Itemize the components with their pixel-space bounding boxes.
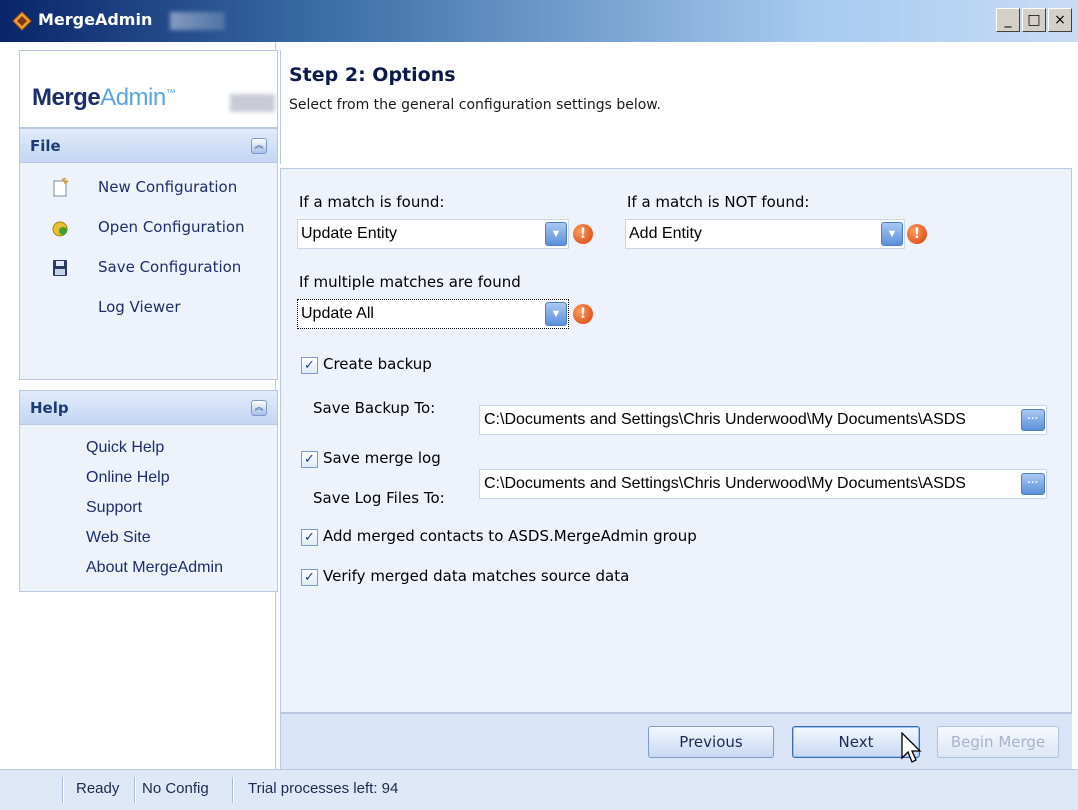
save-merge-log-checkbox[interactable]: ✓ xyxy=(301,451,318,468)
multiple-matches-label: If multiple matches are found xyxy=(299,273,521,291)
maximize-button[interactable]: □ xyxy=(1022,8,1046,32)
create-backup-label: Create backup xyxy=(323,355,432,373)
quick-help-link[interactable]: Quick Help xyxy=(86,439,164,457)
page-description: Select from the general configuration se… xyxy=(289,97,661,113)
save-log-path-input[interactable]: C:\Documents and Settings\Chris Underwoo… xyxy=(479,469,1047,499)
browse-icon[interactable]: ··· xyxy=(1021,409,1045,431)
warning-icon: ! xyxy=(573,224,593,244)
help-panel-title: Help xyxy=(30,399,69,417)
open-folder-icon xyxy=(52,221,68,237)
app-logo: MergeAdmin™ xyxy=(32,84,176,111)
support-link[interactable]: Support xyxy=(86,499,142,517)
save-configuration-link[interactable]: Save Configuration xyxy=(20,253,277,287)
verify-label: Verify merged data matches source data xyxy=(323,567,630,585)
status-trial: Trial processes left: 94 xyxy=(248,780,399,797)
browse-icon[interactable]: ··· xyxy=(1021,473,1045,495)
add-to-group-label: Add merged contacts to ASDS.MergeAdmin g… xyxy=(323,527,697,545)
create-backup-checkbox[interactable]: ✓ xyxy=(301,357,318,374)
multiple-matches-select[interactable]: Update All ▼ xyxy=(297,299,569,329)
online-help-link[interactable]: Online Help xyxy=(86,469,170,487)
match-not-found-select[interactable]: Add Entity ▼ xyxy=(625,219,905,249)
open-configuration-link[interactable]: Open Configuration xyxy=(20,213,277,247)
save-log-files-to-label: Save Log Files To: xyxy=(313,489,445,507)
chevron-up-icon[interactable]: ︽ xyxy=(251,138,267,154)
help-panel: Help ︽ Quick Help Online Help Support We… xyxy=(19,390,278,592)
logo-box: MergeAdmin™ xyxy=(19,50,278,128)
status-config: No Config xyxy=(142,780,209,797)
file-panel: File ︽ New Configuration Open Configurat… xyxy=(19,128,278,380)
save-merge-log-label: Save merge log xyxy=(323,449,441,467)
new-document-icon xyxy=(53,178,69,197)
app-logo-icon xyxy=(12,11,32,31)
title-redacted xyxy=(170,12,225,30)
wizard-button-bar: Previous Next Begin Merge xyxy=(280,713,1072,769)
page-title: Step 2: Options xyxy=(289,64,456,86)
options-panel: If a match is found: Update Entity ▼ ! I… xyxy=(280,168,1072,713)
chevron-down-icon[interactable]: ▼ xyxy=(545,222,567,246)
chevron-down-icon[interactable]: ▼ xyxy=(881,222,903,246)
log-viewer-link[interactable]: Log Viewer xyxy=(20,293,277,327)
previous-button[interactable]: Previous xyxy=(648,726,774,758)
window-controls: _ □ × xyxy=(994,8,1072,32)
new-configuration-link[interactable]: New Configuration xyxy=(20,173,277,207)
sidebar: MergeAdmin™ File ︽ New Configuration Ope… xyxy=(6,42,278,769)
match-found-select[interactable]: Update Entity ▼ xyxy=(297,219,569,249)
about-link[interactable]: About MergeAdmin xyxy=(86,559,223,577)
window-title: MergeAdmin xyxy=(38,10,153,29)
warning-icon: ! xyxy=(573,304,593,324)
mouse-cursor-icon xyxy=(901,732,922,763)
match-not-found-label: If a match is NOT found: xyxy=(627,193,810,211)
chevron-up-icon[interactable]: ︽ xyxy=(251,400,267,416)
step-header: Step 2: Options Select from the general … xyxy=(280,50,1070,164)
match-found-label: If a match is found: xyxy=(299,193,445,211)
warning-icon: ! xyxy=(907,224,927,244)
status-bar: Ready No Config Trial processes left: 94 xyxy=(0,769,1078,810)
close-button[interactable]: × xyxy=(1048,8,1072,32)
status-ready: Ready xyxy=(76,780,120,797)
title-bar: MergeAdmin _ □ × xyxy=(0,0,1078,42)
chevron-down-icon[interactable]: ▼ xyxy=(545,302,567,326)
file-panel-title: File xyxy=(30,137,61,155)
file-panel-header[interactable]: File ︽ xyxy=(20,129,277,163)
save-backup-path-input[interactable]: C:\Documents and Settings\Chris Underwoo… xyxy=(479,405,1047,435)
save-backup-to-label: Save Backup To: xyxy=(313,399,436,417)
web-site-link[interactable]: Web Site xyxy=(86,529,151,547)
verify-checkbox[interactable]: ✓ xyxy=(301,569,318,586)
help-panel-header[interactable]: Help ︽ xyxy=(20,391,277,425)
add-to-group-checkbox[interactable]: ✓ xyxy=(301,529,318,546)
floppy-disk-icon xyxy=(53,260,67,276)
logo-redacted xyxy=(230,94,275,112)
minimize-button[interactable]: _ xyxy=(996,8,1020,32)
begin-merge-button[interactable]: Begin Merge xyxy=(937,726,1059,758)
